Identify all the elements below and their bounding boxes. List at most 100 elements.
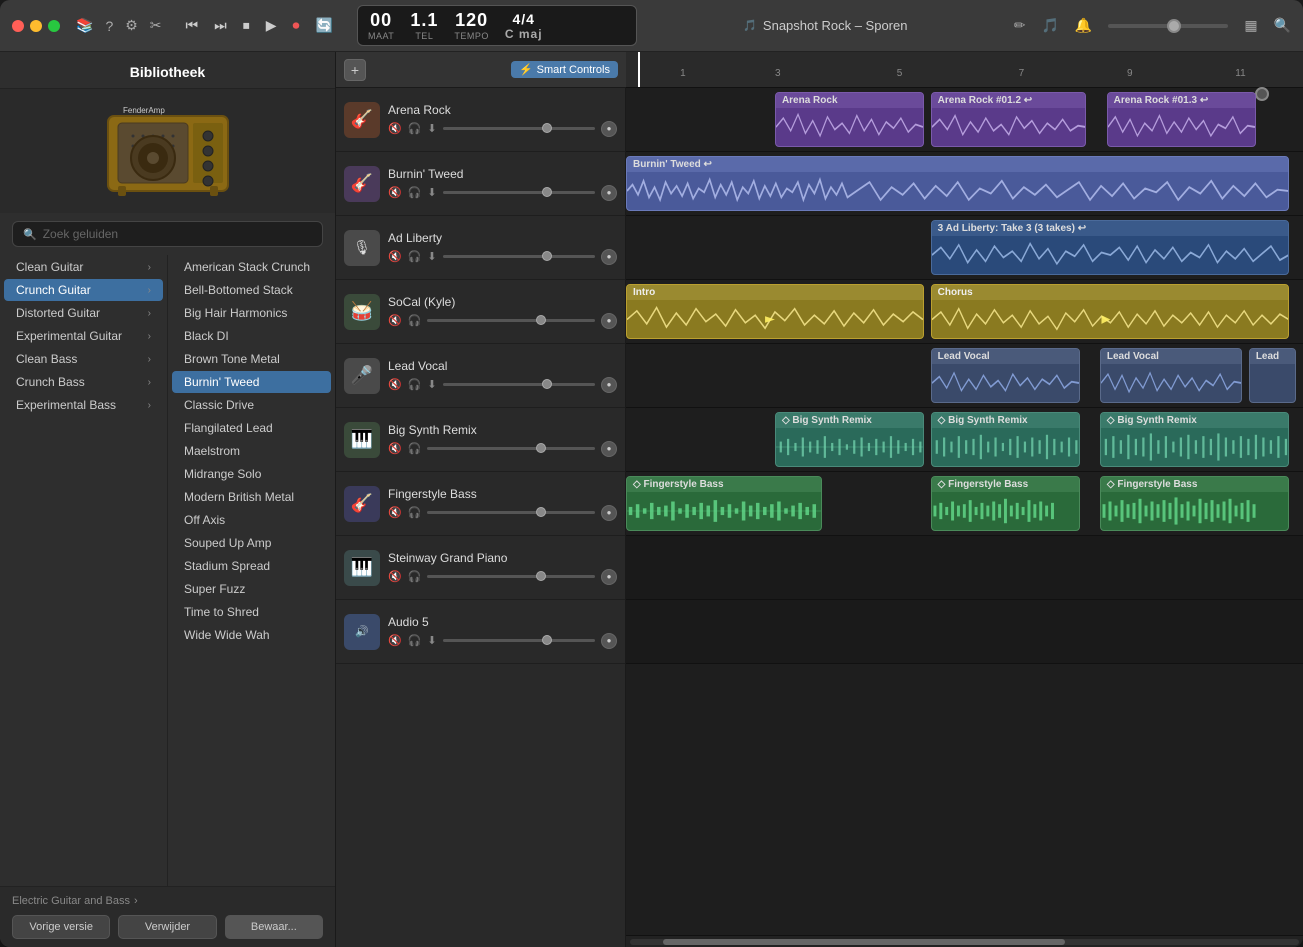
clip-lead-vocal-2[interactable]: Lead Vocal <box>1100 348 1242 403</box>
clip-big-synth-2[interactable]: ◇ Big Synth Remix <box>931 412 1080 467</box>
clip-arena-rock-3[interactable]: Arena Rock #01.3 ↩ <box>1107 92 1256 147</box>
clip-lead-vocal-1[interactable]: Lead Vocal <box>931 348 1080 403</box>
sidebar-item-distorted-guitar[interactable]: Distorted Guitar › <box>4 302 163 324</box>
search-icon[interactable]: 🔍 <box>1274 17 1291 34</box>
lib-right-stadium-spread[interactable]: Stadium Spread <box>172 555 331 577</box>
lib-right-midrange-solo[interactable]: Midrange Solo <box>172 463 331 485</box>
clip-big-synth-3[interactable]: ◇ Big Synth Remix <box>1100 412 1290 467</box>
track-item-lead-vocal[interactable]: 🎤 Lead Vocal 🔇 🎧 ⬇ ● <box>336 344 625 408</box>
lib-right-souped-up[interactable]: Souped Up Amp <box>172 532 331 554</box>
track-volume-slider-socal[interactable] <box>427 319 595 322</box>
clip-arena-rock-2[interactable]: Arena Rock #01.2 ↩ <box>931 92 1087 147</box>
record-arm-icon[interactable]: ⬇ <box>427 186 436 199</box>
clip-ad-liberty[interactable]: 3 Ad Liberty: Take 3 (3 takes) ↩ <box>931 220 1290 275</box>
track-pan-btn-audio5[interactable]: ● <box>601 633 617 649</box>
track-volume-slider-burnin[interactable] <box>443 191 595 194</box>
track-volume-slider-audio5[interactable] <box>443 639 595 642</box>
settings-icon[interactable]: ⚙ <box>125 17 138 34</box>
mute-icon[interactable]: 🔇 <box>388 314 402 327</box>
help-icon[interactable]: ? <box>105 18 113 34</box>
clip-fingerstyle-2[interactable]: ◇ Fingerstyle Bass <box>931 476 1080 531</box>
add-track-button[interactable]: + <box>344 59 366 81</box>
record-arm-icon[interactable]: ⬇ <box>427 378 436 391</box>
track-pan-btn-arena[interactable]: ● <box>601 121 617 137</box>
clip-arena-rock-1[interactable]: Arena Rock <box>775 92 924 147</box>
track-item-burnin-tweed[interactable]: 🎸 Burnin' Tweed 🔇 🎧 ⬇ ● <box>336 152 625 216</box>
clip-big-synth-1[interactable]: ◇ Big Synth Remix <box>775 412 924 467</box>
clip-fingerstyle-3[interactable]: ◇ Fingerstyle Bass <box>1100 476 1290 531</box>
lib-right-bell-bottomed[interactable]: Bell-Bottomed Stack <box>172 279 331 301</box>
headphones-icon[interactable]: 🎧 <box>408 442 422 455</box>
headphones-icon[interactable]: 🎧 <box>408 634 422 647</box>
headphones-icon[interactable]: 🎧 <box>408 186 422 199</box>
track-pan-btn-socal[interactable]: ● <box>601 313 617 329</box>
search-bar[interactable]: 🔍 Zoek geluiden <box>12 221 323 247</box>
headphones-icon[interactable]: 🎧 <box>408 570 422 583</box>
lib-right-classic-drive[interactable]: Classic Drive <box>172 394 331 416</box>
sidebar-item-crunch-guitar[interactable]: Crunch Guitar › <box>4 279 163 301</box>
track-volume-slider-vocal[interactable] <box>443 383 595 386</box>
maximize-button[interactable] <box>48 20 60 32</box>
rewind-button[interactable]: ⏮ <box>182 15 203 36</box>
mute-icon[interactable]: 🔇 <box>388 570 402 583</box>
mute-icon[interactable]: 🔇 <box>388 442 402 455</box>
save-button[interactable]: Bewaar... <box>225 915 323 939</box>
smart-controls-button[interactable]: ⚡ Smart Controls <box>511 61 618 78</box>
key-display[interactable]: 4/4 C maj <box>505 11 543 41</box>
track-volume-slider-arena[interactable] <box>443 127 595 130</box>
track-pan-btn-synth[interactable]: ● <box>601 441 617 457</box>
play-button[interactable]: ▶ <box>262 15 281 36</box>
track-volume-slider-piano[interactable] <box>427 575 595 578</box>
library-icon[interactable]: 📚 <box>76 17 93 34</box>
lib-right-big-hair[interactable]: Big Hair Harmonics <box>172 302 331 324</box>
stop-button[interactable]: ⏹ <box>239 15 254 36</box>
mute-icon[interactable]: 🔇 <box>388 186 402 199</box>
track-item-ad-liberty[interactable]: 🎙 Ad Liberty 🔇 🎧 ⬇ ● <box>336 216 625 280</box>
minimize-button[interactable] <box>30 20 42 32</box>
previous-version-button[interactable]: Vorige versie <box>12 915 110 939</box>
track-volume-slider-bass[interactable] <box>427 511 595 514</box>
sidebar-item-clean-guitar[interactable]: Clean Guitar › <box>4 256 163 278</box>
lib-right-off-axis[interactable]: Off Axis <box>172 509 331 531</box>
track-volume-slider-adlib[interactable] <box>443 255 595 258</box>
lib-right-super-fuzz[interactable]: Super Fuzz <box>172 578 331 600</box>
record-button[interactable]: ⏺ <box>289 15 304 36</box>
clip-burnin-tweed[interactable]: Burnin' Tweed ↩ <box>626 156 1289 211</box>
lib-right-burnin-tweed[interactable]: Burnin' Tweed <box>172 371 331 393</box>
record-arm-icon[interactable]: ⬇ <box>427 250 436 263</box>
layout-icon[interactable]: ▦ <box>1244 17 1257 34</box>
mute-icon[interactable]: 🔇 <box>388 506 402 519</box>
mute-icon[interactable]: 🔇 <box>388 122 402 135</box>
close-button[interactable] <box>12 20 24 32</box>
pencil-icon[interactable]: ✏ <box>1014 17 1026 34</box>
scissors-icon[interactable]: ✂ <box>150 17 162 34</box>
metronome-icon[interactable]: 🔔 <box>1075 17 1092 34</box>
master-slider-track[interactable] <box>1108 24 1228 28</box>
delete-button[interactable]: Verwijder <box>118 915 216 939</box>
headphones-icon[interactable]: 🎧 <box>408 250 422 263</box>
track-item-steinway[interactable]: 🎹 Steinway Grand Piano 🔇 🎧 ● <box>336 536 625 600</box>
headphones-icon[interactable]: 🎧 <box>408 378 422 391</box>
sidebar-item-experimental-guitar[interactable]: Experimental Guitar › <box>4 325 163 347</box>
master-slider-thumb[interactable] <box>1167 19 1181 33</box>
horizontal-scrollbar[interactable] <box>626 935 1303 947</box>
clip-socal-chorus[interactable]: Chorus <box>931 284 1290 339</box>
clip-lead-vocal-3[interactable]: Lead <box>1249 348 1296 403</box>
headphones-icon[interactable]: 🎧 <box>408 314 422 327</box>
headphones-icon[interactable]: 🎧 <box>408 506 422 519</box>
headphones-icon[interactable]: 🎧 <box>408 122 422 135</box>
midi-icon[interactable]: 🎵 <box>1041 17 1058 34</box>
lib-right-time-to-shred[interactable]: Time to Shred <box>172 601 331 623</box>
track-item-socal[interactable]: 🥁 SoCal (Kyle) 🔇 🎧 ● <box>336 280 625 344</box>
clip-fingerstyle-1[interactable]: ◇ Fingerstyle Bass <box>626 476 822 531</box>
sidebar-item-experimental-bass[interactable]: Experimental Bass › <box>4 394 163 416</box>
record-arm-icon[interactable]: ⬇ <box>427 122 436 135</box>
mute-icon[interactable]: 🔇 <box>388 378 402 391</box>
scrollbar-thumb[interactable] <box>663 939 1064 945</box>
lib-right-brown-tone[interactable]: Brown Tone Metal <box>172 348 331 370</box>
sidebar-item-crunch-bass[interactable]: Crunch Bass › <box>4 371 163 393</box>
fast-forward-button[interactable]: ⏭ <box>210 15 231 36</box>
track-pan-btn-piano[interactable]: ● <box>601 569 617 585</box>
track-pan-btn-vocal[interactable]: ● <box>601 377 617 393</box>
lib-right-black-di[interactable]: Black DI <box>172 325 331 347</box>
